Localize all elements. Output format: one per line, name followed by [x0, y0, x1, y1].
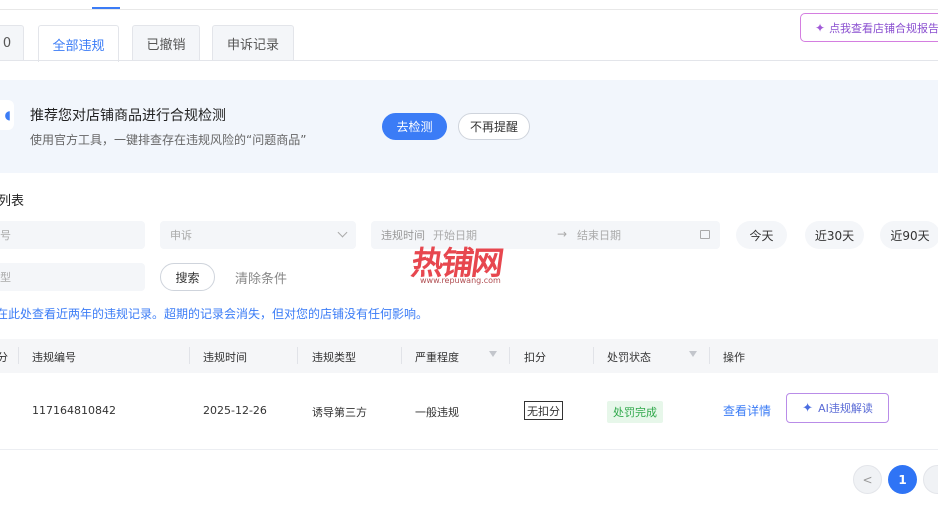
quick-label: 今天	[749, 228, 774, 243]
column-divider	[401, 347, 402, 364]
cell-severity: 一般违规	[415, 406, 459, 419]
ai-interpret-label: AI违规解读	[818, 402, 873, 415]
pagination-prev-button[interactable]: <	[853, 465, 882, 494]
watermark-url: www.repuwang.com	[420, 276, 501, 285]
clear-filters-link[interactable]: 清除条件	[235, 268, 287, 287]
tab-divider	[0, 60, 938, 61]
tab-all-violations[interactable]: 全部违规	[38, 25, 119, 62]
column-divider	[709, 347, 710, 364]
violation-id-input[interactable]: 号	[0, 221, 145, 249]
watermark: 热铺网 www.repuwang.com	[409, 238, 527, 288]
column-header-actions: 操作	[723, 351, 745, 364]
appeal-select[interactable]: 申诉	[160, 221, 356, 249]
column-divider	[509, 347, 510, 364]
top-tab-indicator	[92, 7, 120, 9]
tab-label: 0	[2, 36, 12, 51]
compliance-report-button[interactable]: ✦ 点我查看店铺合规报告	[800, 13, 938, 42]
column-header-severity: 严重程度	[415, 351, 459, 364]
compliance-report-label: 点我查看店铺合规报告	[829, 21, 938, 35]
compliance-check-banner: ◖ 推荐您对店铺商品进行合规检测 使用官方工具，一键排查存在违规风险的“问题商品…	[0, 80, 938, 173]
placeholder-text: 号	[0, 229, 11, 242]
tab-partial[interactable]: 0	[0, 25, 24, 61]
column-header-status: 处罚状态	[607, 351, 651, 364]
banner-subtitle: 使用官方工具，一键排查存在违规风险的“问题商品”	[30, 133, 307, 147]
tab-label: 已撤销	[146, 38, 186, 53]
ai-interpret-button[interactable]: ✦ AI违规解读	[786, 393, 889, 423]
banner-title: 推荐您对店铺商品进行合规检测	[30, 108, 226, 124]
tab-label: 全部违规	[52, 38, 105, 54]
status-badge: 处罚完成	[607, 401, 663, 423]
view-details-link[interactable]: 查看详情	[723, 402, 771, 419]
cell-violation-time: 2025-12-26	[203, 404, 267, 417]
pagination-next-button[interactable]	[923, 465, 938, 494]
cell-violation-type: 诱导第三方	[312, 406, 367, 419]
check-tool-icon: ◖	[0, 100, 14, 130]
column-divider	[593, 347, 594, 364]
column-header: 分	[0, 351, 8, 364]
dismiss-reminder-button[interactable]: 不再提醒	[458, 113, 530, 140]
column-header-time: 违规时间	[203, 351, 247, 364]
placeholder-text: 申诉	[170, 229, 192, 242]
column-divider	[189, 347, 190, 364]
placeholder-text: 型	[0, 271, 11, 284]
records-notice: 在此处查看近两年的违规记录。超期的记录会消失，但对您的店铺没有任何影响。	[0, 307, 429, 321]
column-header-id: 违规编号	[32, 351, 76, 364]
column-header-points: 扣分	[524, 351, 546, 364]
go-check-button[interactable]: 去检测	[382, 113, 447, 140]
end-date-placeholder: 结束日期	[577, 229, 621, 242]
arrow-right-icon: →	[557, 227, 568, 241]
quick-90days-button[interactable]: 近90天	[880, 221, 938, 249]
points-tag: 无扣分	[524, 401, 563, 420]
table-header: 分 违规编号 违规时间 违规类型 严重程度 扣分 处罚状态 操作	[0, 339, 938, 373]
search-button[interactable]: 搜索	[160, 263, 215, 291]
table-row: 117164810842 2025-12-26 诱导第三方 一般违规 无扣分 处…	[0, 374, 938, 450]
column-divider	[18, 347, 19, 364]
filter-icon[interactable]	[489, 351, 497, 357]
sparkle-icon: ✦	[815, 20, 826, 35]
filter-icon[interactable]	[689, 351, 697, 357]
sparkle-icon: ✦	[802, 400, 814, 416]
tab-appeal-records[interactable]: 申诉记录	[212, 25, 294, 61]
section-title: 列表	[0, 194, 25, 209]
column-divider	[297, 347, 298, 364]
cell-violation-id: 117164810842	[32, 404, 116, 417]
chevron-down-icon	[337, 227, 348, 238]
violation-type-input[interactable]: 型	[0, 263, 145, 291]
quick-today-button[interactable]: 今天	[736, 221, 787, 249]
quick-label: 近90天	[890, 228, 930, 243]
top-divider	[0, 9, 938, 10]
quick-30days-button[interactable]: 近30天	[805, 221, 864, 249]
tab-label: 申诉记录	[226, 38, 279, 53]
tab-revoked[interactable]: 已撤销	[132, 25, 200, 61]
pagination-page-1[interactable]: 1	[888, 465, 917, 494]
quick-label: 近30天	[814, 228, 855, 243]
calendar-icon	[700, 230, 710, 239]
column-header-type: 违规类型	[312, 351, 356, 364]
